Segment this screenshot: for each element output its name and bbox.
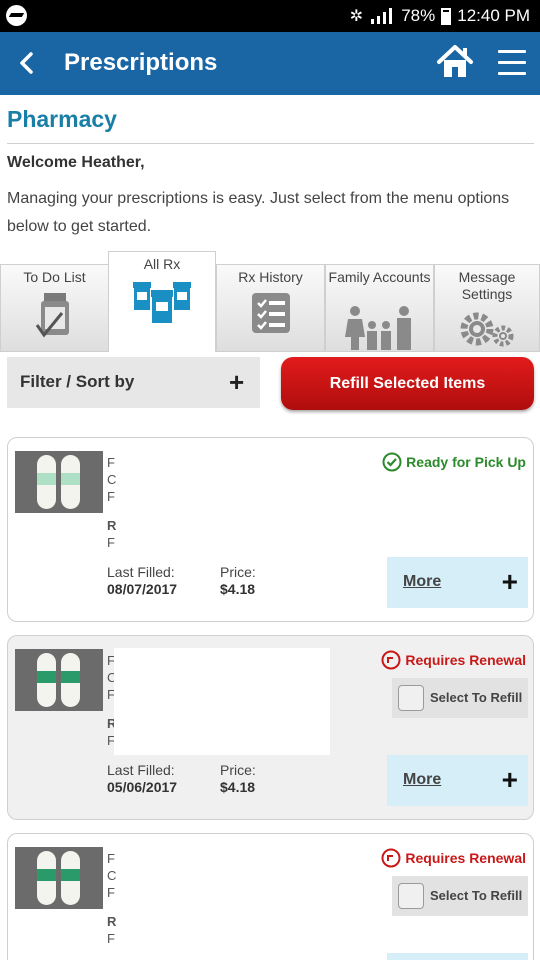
signal-icon	[369, 8, 395, 24]
checkbox[interactable]	[398, 685, 424, 711]
renewal-icon	[381, 848, 401, 868]
section-title: Pharmacy	[7, 106, 117, 132]
tab-rx-history[interactable]: Rx History	[216, 264, 325, 351]
status-badge: Ready for Pick Up	[382, 452, 526, 472]
back-arrow-icon[interactable]	[14, 50, 40, 76]
pill-bottle-check-icon	[35, 293, 69, 338]
checkbox[interactable]	[398, 883, 424, 909]
gears-icon	[460, 312, 514, 347]
status-badge: Requires Renewal	[381, 848, 526, 868]
welcome-text: Welcome Heather,	[7, 154, 145, 171]
tab-to-do-list[interactable]: To Do List	[0, 264, 109, 351]
more-button[interactable]	[387, 953, 528, 960]
intro-text: Managing your prescriptions is easy. Jus…	[7, 190, 510, 235]
plus-icon: +	[501, 566, 518, 597]
plus-icon: +	[501, 764, 518, 795]
price-value: $4.18	[220, 779, 256, 795]
app-header: Prescriptions	[0, 32, 540, 95]
divider	[7, 143, 534, 144]
plus-icon: +	[229, 367, 245, 397]
battery-percent: 78%	[401, 6, 436, 25]
last-filled-label: Last Filled:	[107, 564, 175, 580]
pill-bottles-icon	[133, 282, 191, 323]
rx-card: FCF RF Requires Renewal Select To Refill…	[7, 635, 534, 820]
check-circle-icon	[382, 452, 402, 472]
tab-family-accounts[interactable]: Family Accounts	[325, 264, 434, 351]
tab-bar: To Do List All Rx Rx History Family Acco…	[0, 251, 540, 352]
last-filled-date: 05/06/2017	[107, 779, 178, 795]
filter-sort-button[interactable]: Filter / Sort by +	[7, 357, 260, 408]
menu-icon[interactable]	[498, 50, 526, 76]
select-to-refill-checkbox[interactable]: Select To Refill	[392, 876, 528, 916]
more-button[interactable]: More +	[387, 755, 528, 806]
price-value: $4.18	[220, 581, 256, 597]
rx-card: FCF RF Ready for Pick Up Last Filled: 08…	[7, 437, 534, 622]
redacted-area	[114, 648, 330, 755]
clock: 12:40 PM	[457, 6, 530, 25]
last-filled-date: 08/07/2017	[107, 581, 178, 597]
refill-selected-button[interactable]: Refill Selected Items	[281, 357, 534, 410]
tab-message-settings[interactable]: Message Settings	[434, 264, 540, 351]
rx-details: FCF RF	[107, 455, 117, 550]
rx-card: FCF RF Requires Renewal Select To Refill	[7, 833, 534, 960]
family-icon	[344, 306, 411, 350]
medication-image	[15, 847, 103, 909]
rx-details: FCF RF	[107, 851, 117, 946]
select-to-refill-checkbox[interactable]: Select To Refill	[392, 678, 528, 718]
medication-image	[15, 451, 103, 513]
battery-icon	[441, 7, 452, 25]
price-label: Price:	[220, 564, 256, 580]
more-button[interactable]: More +	[387, 557, 528, 608]
page-title: Prescriptions	[64, 49, 218, 76]
messenger-icon	[6, 5, 27, 26]
checklist-icon	[251, 293, 290, 333]
tab-all-rx[interactable]: All Rx	[108, 251, 216, 352]
renewal-icon	[381, 650, 401, 670]
medication-image	[15, 649, 103, 711]
status-bar: ✲ 78% 12:40 PM	[0, 0, 540, 32]
price-label: Price:	[220, 762, 256, 778]
home-icon[interactable]	[436, 44, 474, 80]
last-filled-label: Last Filled:	[107, 762, 175, 778]
filter-sort-label: Filter / Sort by	[20, 372, 135, 391]
status-badge: Requires Renewal	[381, 650, 526, 670]
bluetooth-icon: ✲	[349, 8, 364, 25]
